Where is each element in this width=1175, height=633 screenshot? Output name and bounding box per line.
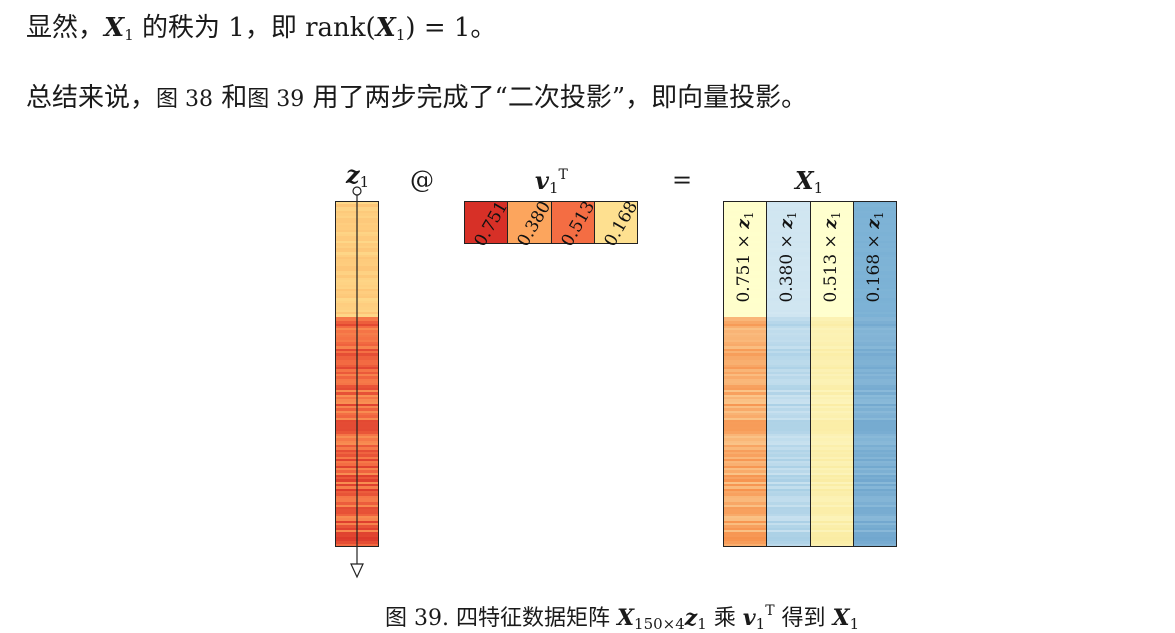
coefficient: 0.751 × [734, 228, 754, 303]
figure-caption: 图 39. 四特征数据矩阵 X150×4z1 乘 v1T 得到 X1 [385, 600, 859, 633]
arrow-start-circle [352, 186, 362, 196]
var-z: z [777, 219, 798, 229]
subscript: 1 [849, 615, 860, 633]
z1-arrow [350, 186, 364, 579]
x1-column: 0.168 × z1 [852, 202, 896, 546]
x1-column-label: 0.168 × z1 [864, 202, 886, 312]
coefficient: 0.513 × [820, 228, 841, 303]
var-x: X [616, 605, 635, 631]
coefficient: 0.380 × [777, 228, 798, 303]
caption-text: 得到 [774, 606, 833, 631]
coefficient: 0.168 × [863, 228, 884, 303]
x1-heatmap-matrix: 0.751 × z1 0.380 × z1 0.513 × z1 0.168 × z1 [723, 201, 897, 547]
v1t-cell: 0.513 [550, 198, 599, 250]
heatmap-stripe [810, 543, 853, 546]
subscript: 1 [697, 615, 707, 633]
var-x: X [832, 605, 850, 631]
superscript: T [765, 603, 775, 619]
heatmap-stripe [767, 543, 810, 546]
x1-column-label: 0.380 × z1 [777, 202, 799, 312]
var-v: v [742, 605, 756, 631]
v1t-cell-value: 0.380 [513, 197, 556, 251]
subscript: 1 [742, 211, 756, 220]
arrow-head [350, 563, 364, 579]
caption-text: 图 39. 四特征数据矩阵 [385, 606, 617, 631]
x1-column-label: 0.751 × z1 [734, 202, 756, 312]
subscript: 1 [828, 211, 843, 220]
x1-column: 0.513 × z1 [809, 202, 853, 546]
x1-column: 0.751 × z1 [724, 202, 767, 546]
subscript: 1 [755, 615, 766, 633]
var-z: z [684, 605, 698, 631]
v1t-cell: 0.380 [507, 198, 555, 250]
v1t-cell-value: 0.168 [600, 197, 642, 251]
var-z: z [820, 219, 841, 229]
subscript: 1 [871, 211, 886, 220]
var-z: z [863, 219, 884, 229]
heatmap-stripe [724, 543, 767, 546]
x1-column: 0.380 × z1 [766, 202, 810, 546]
subscript: 1 [785, 211, 800, 220]
x1-column-label: 0.513 × z1 [821, 202, 843, 312]
v1t-cell-value: 0.751 [470, 197, 513, 251]
v1t-row-vector: 0.751 0.380 0.513 0.168 [464, 198, 642, 250]
v1t-cell: 0.168 [593, 198, 642, 250]
v1t-cell-value: 0.513 [557, 197, 599, 251]
var-z: z [734, 219, 754, 229]
caption-text: 乘 [706, 606, 743, 631]
subscript: 150×4 [634, 615, 685, 633]
v1t-cell: 0.751 [465, 198, 512, 250]
heatmap-stripe [853, 543, 896, 546]
